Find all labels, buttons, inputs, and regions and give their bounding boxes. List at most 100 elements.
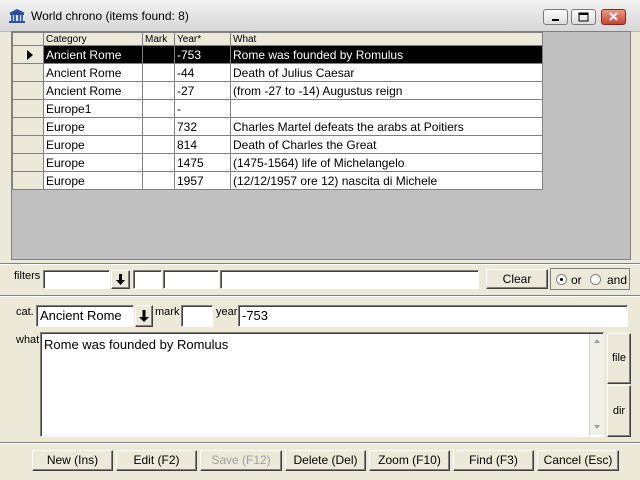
edit-button[interactable]: Edit (F2) <box>116 450 197 471</box>
cell-what[interactable] <box>230 99 543 118</box>
year-label: year <box>216 306 238 318</box>
clear-filters-button[interactable]: Clear <box>486 269 548 289</box>
filter-mode-or-label[interactable]: or <box>571 273 582 287</box>
grid-header-row: Category Mark Year* What <box>12 32 543 46</box>
cell-year[interactable]: -44 <box>174 63 231 82</box>
year-field[interactable]: -753 <box>238 305 628 327</box>
cell-mark[interactable] <box>142 99 175 118</box>
cell-category[interactable]: Ancient Rome <box>43 45 143 64</box>
cancel-button[interactable]: Cancel (Esc) <box>537 450 619 471</box>
cell-what[interactable]: Rome was founded by Romulus <box>230 45 543 64</box>
temple-icon <box>9 9 25 23</box>
cell-year[interactable]: 732 <box>174 117 231 136</box>
row-indicator[interactable] <box>12 45 44 64</box>
close-button[interactable] <box>601 9 626 25</box>
cell-category[interactable]: Europe <box>43 135 143 154</box>
records-grid[interactable]: Category Mark Year* What Ancient Rome -7… <box>11 31 631 260</box>
category-dropdown-button[interactable] <box>135 305 153 327</box>
cell-mark[interactable] <box>142 117 175 136</box>
cell-year[interactable]: - <box>174 99 231 118</box>
row-indicator[interactable] <box>12 153 44 172</box>
row-indicator[interactable] <box>12 117 44 136</box>
delete-button[interactable]: Delete (Del) <box>285 450 366 471</box>
cell-category[interactable]: Europe1 <box>43 99 143 118</box>
filters-label: filters <box>14 270 41 282</box>
column-header-mark[interactable]: Mark <box>142 32 175 46</box>
filter-mode-and-label[interactable]: and <box>607 273 627 287</box>
filter-what-input[interactable] <box>220 270 479 289</box>
row-indicator[interactable] <box>12 63 44 82</box>
table-row[interactable]: Ancient Rome -44 Death of Julius Caesar <box>12 63 543 82</box>
cell-category[interactable]: Ancient Rome <box>43 81 143 100</box>
cell-year[interactable]: 1475 <box>174 153 231 172</box>
cell-mark[interactable] <box>142 135 175 154</box>
column-header-year[interactable]: Year* <box>174 32 231 46</box>
save-button[interactable]: Save (F12) <box>200 450 282 471</box>
cat-label: cat. <box>16 306 34 318</box>
separator <box>0 295 640 297</box>
mark-field[interactable] <box>181 305 213 327</box>
category-field[interactable]: Ancient Rome <box>36 305 134 327</box>
cell-category[interactable]: Europe <box>43 153 143 172</box>
cell-what[interactable]: Death of Charles the Great <box>230 135 543 154</box>
what-text: Rome was founded by Romulus <box>44 337 229 352</box>
filter-mark-input[interactable] <box>133 270 162 289</box>
filter-mode-or-radio[interactable] <box>556 274 567 285</box>
table-row[interactable]: Europe 1957 (12/12/1957 ore 12) nascita … <box>12 171 543 190</box>
scroll-arrows-icon <box>594 339 600 429</box>
records-table: Category Mark Year* What Ancient Rome -7… <box>12 32 543 190</box>
table-row[interactable]: Europe 732 Charles Martel defeats the ar… <box>12 117 543 136</box>
filter-mode-and-radio[interactable] <box>590 274 601 285</box>
row-indicator[interactable] <box>12 99 44 118</box>
new-button[interactable]: New (Ins) <box>32 450 113 471</box>
indicator-column-header <box>12 32 44 46</box>
cell-year[interactable]: -27 <box>174 81 231 100</box>
row-indicator[interactable] <box>12 81 44 100</box>
table-row[interactable]: Europe 814 Death of Charles the Great <box>12 135 543 154</box>
cell-mark[interactable] <box>142 153 175 172</box>
cell-what[interactable]: Charles Martel defeats the arabs at Poit… <box>230 117 543 136</box>
find-button[interactable]: Find (F3) <box>453 450 534 471</box>
dropdown-arrow-icon <box>116 274 125 285</box>
row-indicator[interactable] <box>12 171 44 190</box>
maximize-icon <box>578 12 589 22</box>
table-row[interactable]: Ancient Rome -27 (from -27 to -14) Augus… <box>12 81 543 100</box>
row-indicator[interactable] <box>12 135 44 154</box>
cell-category[interactable]: Ancient Rome <box>43 63 143 82</box>
filter-category-dropdown-button[interactable] <box>111 270 130 289</box>
table-row[interactable]: Europe 1475 (1475-1564) life of Michelan… <box>12 153 543 172</box>
maximize-button[interactable] <box>571 9 596 25</box>
window-title: World chrono (items found: 8) <box>31 9 189 23</box>
cell-mark[interactable] <box>142 45 175 64</box>
column-header-what[interactable]: What <box>230 32 543 46</box>
cell-mark[interactable] <box>142 81 175 100</box>
cell-what[interactable]: (from -27 to -14) Augustus reign <box>230 81 543 100</box>
cell-mark[interactable] <box>142 171 175 190</box>
separator <box>0 442 640 444</box>
cell-mark[interactable] <box>142 63 175 82</box>
row-pointer-icon <box>27 50 33 61</box>
what-scrollbar[interactable] <box>589 334 604 435</box>
close-icon <box>609 12 618 21</box>
what-textarea[interactable]: Rome was founded by Romulus <box>40 332 604 437</box>
filter-year-input[interactable] <box>163 270 219 289</box>
dir-button[interactable]: dir <box>607 385 631 437</box>
cell-what[interactable]: Death of Julius Caesar <box>230 63 543 82</box>
table-row[interactable]: Europe1 - <box>12 99 543 118</box>
table-row[interactable]: Ancient Rome -753 Rome was founded by Ro… <box>12 45 543 64</box>
zoom-button[interactable]: Zoom (F10) <box>369 450 450 471</box>
cell-category[interactable]: Europe <box>43 171 143 190</box>
minimize-button[interactable] <box>543 9 568 25</box>
cell-year[interactable]: 1957 <box>174 171 231 190</box>
app-window: World chrono (items found: 8) Category M… <box>0 0 640 480</box>
cell-what[interactable]: (12/12/1957 ore 12) nascita di Michele <box>230 171 543 190</box>
column-header-category[interactable]: Category <box>43 32 143 46</box>
cell-category[interactable]: Europe <box>43 117 143 136</box>
separator <box>0 263 640 265</box>
filter-category-input[interactable] <box>43 270 110 289</box>
cell-year[interactable]: -753 <box>174 45 231 64</box>
cell-year[interactable]: 814 <box>174 135 231 154</box>
title-bar[interactable]: World chrono (items found: 8) <box>0 0 640 32</box>
cell-what[interactable]: (1475-1564) life of Michelangelo <box>230 153 543 172</box>
file-button[interactable]: file <box>607 333 631 384</box>
